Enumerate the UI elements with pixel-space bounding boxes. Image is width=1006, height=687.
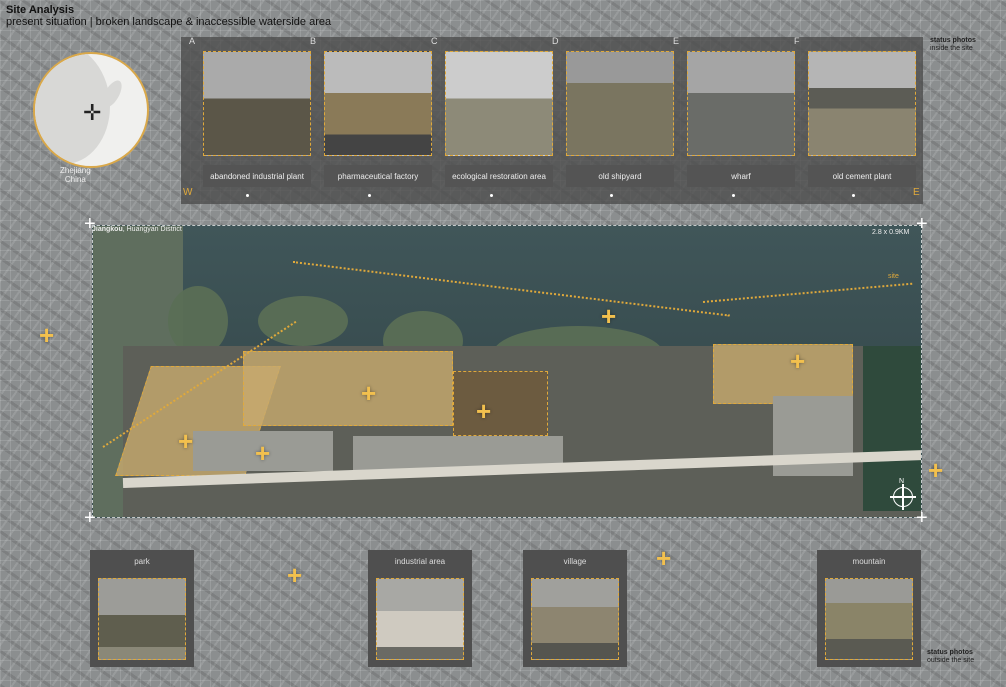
status-photos-outside-label: status photos outside the site <box>927 649 975 664</box>
photo-marker-icon[interactable]: + <box>287 562 302 588</box>
north-compass-icon <box>890 484 916 510</box>
photo-card-b[interactable]: B pharmaceutical factory <box>310 36 432 197</box>
site-map[interactable]: + + + + + + <box>92 225 922 518</box>
status-photos-inside-label: status photos inside the site <box>930 37 976 52</box>
north-label: N <box>899 478 905 485</box>
photo-marker-icon[interactable]: + <box>255 440 270 466</box>
photo-marker-icon[interactable]: + <box>39 322 54 348</box>
site-zone-central <box>243 351 453 426</box>
outside-photo-park[interactable]: park <box>90 550 194 667</box>
page-title-block: Site Analysis present situation | broken… <box>6 4 331 28</box>
photo-card-f[interactable]: F old cement plant <box>794 36 916 197</box>
photo-marker-icon[interactable]: + <box>361 380 376 406</box>
photo-marker-icon[interactable]: + <box>476 398 491 424</box>
leader-dot <box>246 194 249 197</box>
scale-label: 2.8 x 0.9KM <box>872 229 910 236</box>
photo-marker-icon[interactable]: + <box>601 303 616 329</box>
photo-caption: old shipyard <box>566 165 674 187</box>
photo-marker-icon[interactable]: + <box>928 457 943 483</box>
location-label: Zhejiang China <box>60 166 91 184</box>
crosshair-icon: ✛ <box>83 100 102 125</box>
photo-old-shipyard <box>566 51 674 156</box>
photo-caption: mountain <box>817 550 921 572</box>
photo-card-d[interactable]: D old shipyard <box>552 36 674 197</box>
inside-photos-panel: A abandoned industrial plant B pharmaceu… <box>181 36 923 204</box>
photo-marker-icon[interactable]: + <box>178 428 193 454</box>
photo-pharmaceutical-factory <box>324 51 432 156</box>
photo-marker-icon[interactable]: + <box>656 545 671 571</box>
photo-mountain <box>825 578 913 660</box>
site-boundary-tag: site <box>888 273 899 280</box>
leader-dot <box>852 194 855 197</box>
photo-card-a[interactable]: A abandoned industrial plant <box>189 36 311 197</box>
photo-caption: park <box>90 550 194 572</box>
photo-abandoned-plant <box>203 51 311 156</box>
site-zone-ecological <box>453 371 548 436</box>
outside-photo-village[interactable]: village <box>523 550 627 667</box>
crop-mark-icon: + <box>916 507 928 529</box>
page-subtitle: present situation | broken landscape & i… <box>6 16 332 28</box>
photo-caption: ecological restoration area <box>445 165 553 187</box>
crop-mark-icon: + <box>84 213 96 235</box>
crop-mark-icon: + <box>916 213 928 235</box>
leader-dot <box>368 194 371 197</box>
page-title: Site Analysis <box>6 4 75 16</box>
photo-caption: village <box>523 550 627 572</box>
site-zone-east <box>713 344 853 404</box>
photo-park <box>98 578 186 660</box>
outside-photo-industrial[interactable]: industrial area <box>368 550 472 667</box>
west-label: W <box>183 187 193 198</box>
photo-caption: old cement plant <box>808 165 916 187</box>
photo-caption: industrial area <box>368 550 472 572</box>
photo-card-c[interactable]: C ecological restoration area <box>431 36 553 197</box>
photo-industrial-area <box>376 578 464 660</box>
crop-mark-icon: + <box>84 507 96 529</box>
photo-marker-icon[interactable]: + <box>790 348 805 374</box>
location-globe: ✛ <box>33 52 149 168</box>
photo-caption: abandoned industrial plant <box>203 165 311 187</box>
photo-ecological-area <box>445 51 553 156</box>
photo-village <box>531 578 619 660</box>
photo-old-cement-plant <box>808 51 916 156</box>
leader-dot <box>610 194 613 197</box>
photo-wharf <box>687 51 795 156</box>
east-label: E <box>913 187 920 198</box>
photo-caption: pharmaceutical factory <box>324 165 432 187</box>
photo-card-e[interactable]: E wharf <box>673 36 795 197</box>
site-location-label: Jiangkou, Huangyan District <box>92 226 182 233</box>
outside-photo-mountain[interactable]: mountain <box>817 550 921 667</box>
leader-dot <box>490 194 493 197</box>
leader-dot <box>732 194 735 197</box>
photo-caption: wharf <box>687 165 795 187</box>
